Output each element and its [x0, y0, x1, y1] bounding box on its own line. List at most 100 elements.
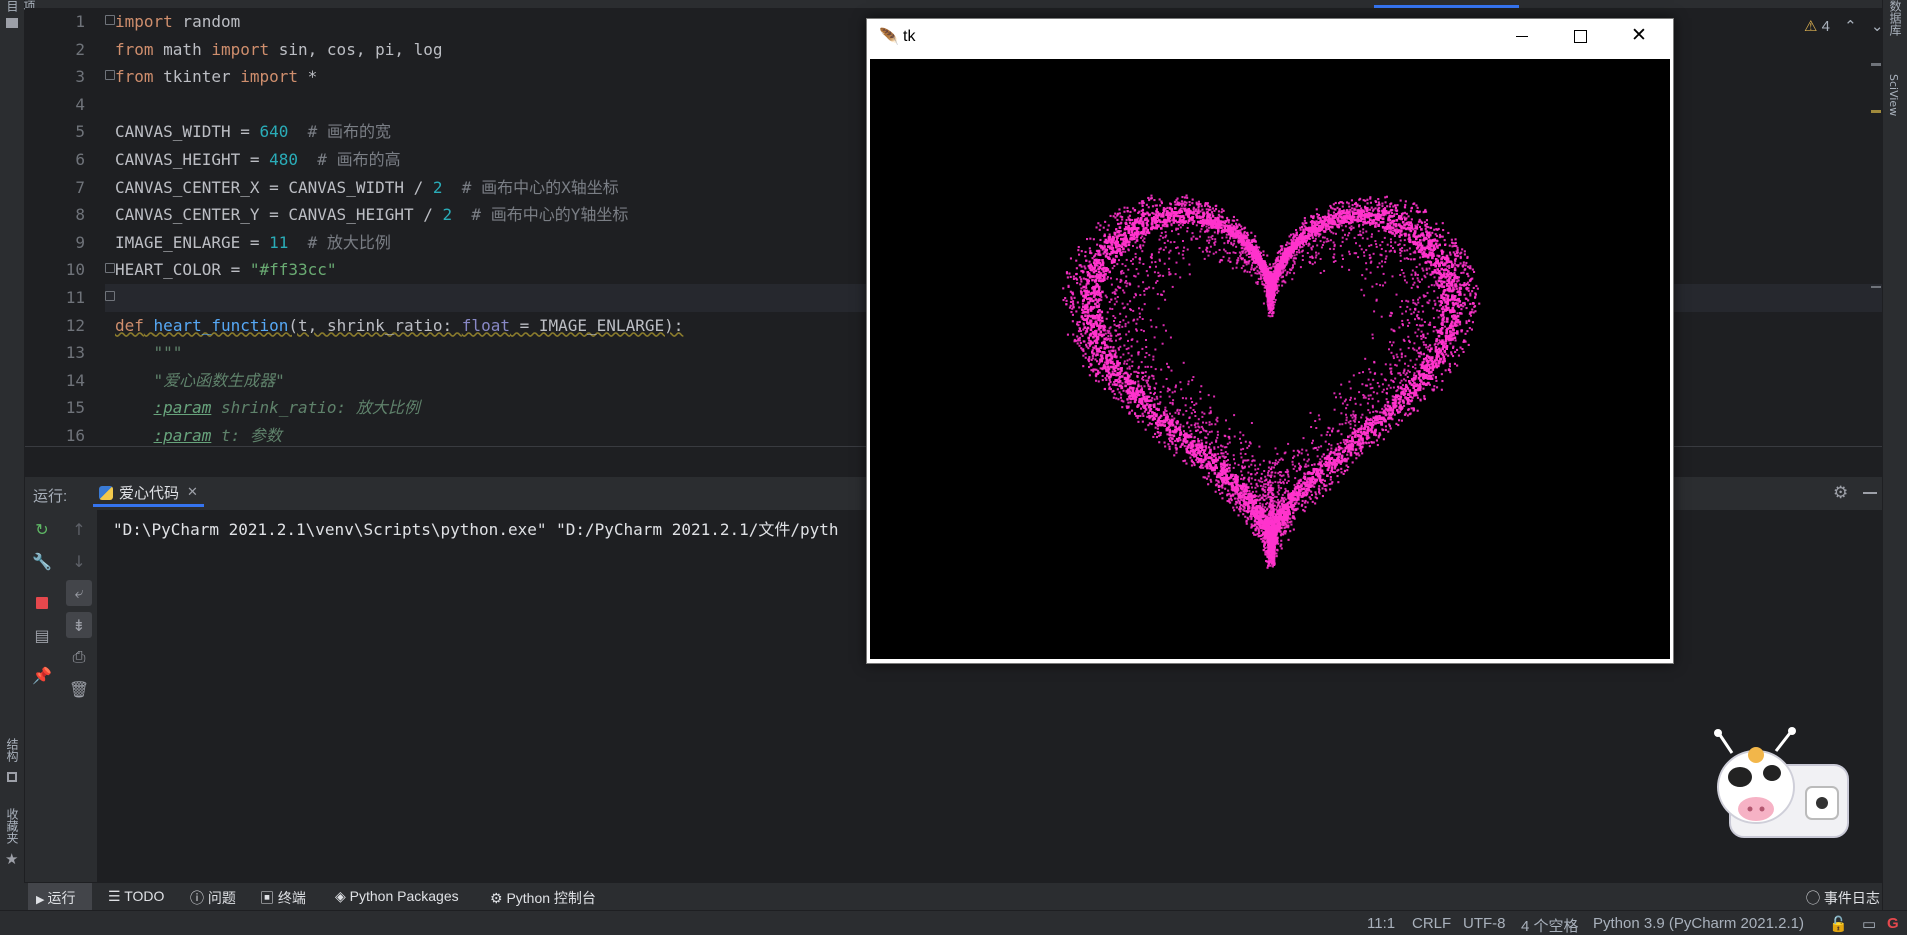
- memory-indicator-icon[interactable]: ▭: [1862, 915, 1876, 933]
- code-token: (t, shrink_ratio:: [288, 315, 462, 335]
- left-tool-stripe: 项目 结构 收藏夹 ★: [0, 0, 36, 935]
- info-icon: ⓘ: [190, 890, 208, 906]
- play-icon: ▶: [36, 894, 48, 906]
- code-line[interactable]: IMAGE_ENLARGE = 11 # 放大比例: [115, 229, 391, 257]
- file-encoding[interactable]: UTF-8: [1463, 915, 1506, 932]
- tk-titlebar[interactable]: 🪶 tk ✕: [867, 19, 1673, 57]
- python-console-tool-label: Python 控制台: [506, 890, 596, 906]
- code-token: shrink_ratio: 放大比例: [211, 398, 420, 418]
- event-log-button[interactable]: ◯ 事件日志: [1806, 888, 1880, 908]
- google-icon[interactable]: G: [1887, 915, 1899, 932]
- line-separator[interactable]: CRLF: [1412, 915, 1451, 932]
- line-number: 13: [65, 343, 85, 363]
- line-number: 12: [65, 315, 85, 335]
- feather-icon: 🪶: [879, 27, 899, 46]
- code-line[interactable]: CANVAS_CENTER_Y = CANVAS_HEIGHT / 2 # 画布…: [115, 201, 628, 229]
- python-icon: [99, 485, 113, 500]
- line-number: 14: [65, 370, 85, 390]
- fold-marker-icon[interactable]: [105, 15, 115, 25]
- pin-icon[interactable]: 📌: [29, 662, 55, 688]
- packages-tool-label: Python Packages: [349, 888, 459, 904]
- code-token: sin, cos, pi, log: [269, 39, 443, 59]
- stop-icon[interactable]: [29, 590, 55, 616]
- problems-tool-button[interactable]: ⓘ 问题: [190, 888, 236, 908]
- line-number: 4: [75, 94, 85, 114]
- code-line[interactable]: :param shrink_ratio: 放大比例: [115, 394, 420, 422]
- code-line[interactable]: CANVAS_HEIGHT = 480 # 画布的高: [115, 146, 401, 174]
- fold-marker-icon[interactable]: [105, 70, 115, 80]
- line-number: 11: [65, 288, 85, 307]
- code-token: random: [172, 12, 241, 31]
- line-number: 2: [75, 39, 85, 59]
- tk-title: tk: [903, 28, 916, 45]
- todo-tool-button[interactable]: ☰ TODO: [108, 888, 164, 905]
- minimize-icon[interactable]: [1516, 36, 1528, 37]
- code-line[interactable]: from tkinter import *: [115, 63, 317, 91]
- close-icon[interactable]: ✕: [1631, 24, 1647, 46]
- fold-marker-icon[interactable]: [105, 291, 115, 301]
- fold-marker-icon[interactable]: [105, 263, 115, 273]
- heart-canvas[interactable]: [870, 59, 1670, 659]
- inspection-widget[interactable]: ⚠ 4 ⌃ ⌄: [1804, 17, 1883, 35]
- code-token: 2: [442, 205, 453, 225]
- pycharm-window: 项目 结构 收藏夹 ★ 1 2 3 4 5 6 7 8 9 10 11 12 13 14 15 16 impo…: [0, 0, 1907, 935]
- code-token: 480: [269, 150, 299, 169]
- code-line[interactable]: import random: [115, 8, 240, 36]
- lock-icon[interactable]: 🔓: [1829, 915, 1848, 933]
- warning-count: 4: [1821, 18, 1830, 35]
- packages-tool-button[interactable]: ◈ Python Packages: [335, 888, 459, 905]
- run-tool-button[interactable]: ▶ 运行: [36, 888, 76, 908]
- code-token: :param: [153, 426, 212, 445]
- tk-window[interactable]: 🪶 tk ✕: [866, 18, 1674, 664]
- code-token: CANVAS_WIDTH =: [115, 122, 260, 142]
- run-toolbar: ↻ ↑ 🔧 ↓ ⤶ ⇟ ▤ ⎙ 📌 🗑: [25, 510, 98, 882]
- code-line[interactable]: """: [115, 339, 183, 367]
- database-tool-label[interactable]: 数据库: [1887, 0, 1904, 46]
- maximize-icon[interactable]: [1574, 30, 1587, 43]
- scroll-mark: [1871, 286, 1881, 288]
- code-line[interactable]: "爱心函数生成器": [115, 367, 285, 395]
- structure-icon[interactable]: [7, 772, 17, 782]
- folder-icon[interactable]: [6, 18, 18, 28]
- python-interpreter[interactable]: Python 3.9 (PyCharm 2021.2.1): [1593, 915, 1804, 932]
- warning-icon: ⚠: [1804, 18, 1818, 35]
- code-token: CANVAS_CENTER_X = CANVAS_WIDTH /: [115, 177, 433, 197]
- line-number: 5: [75, 122, 85, 142]
- python-console-tool-button[interactable]: ⚙ Python 控制台: [490, 888, 596, 908]
- code-token: 2: [432, 177, 443, 197]
- gear-icon[interactable]: ⚙: [1833, 483, 1848, 503]
- code-line[interactable]: def heart_function(t, shrink_ratio: floa…: [115, 312, 683, 340]
- code-line[interactable]: HEART_COLOR = "#ff33cc": [115, 256, 337, 284]
- todo-tool-label: TODO: [124, 888, 165, 904]
- code-line[interactable]: CANVAS_WIDTH = 640 # 画布的宽: [115, 118, 391, 146]
- code-line[interactable]: CANVAS_CENTER_X = CANVAS_WIDTH / 2 # 画布中…: [115, 174, 619, 202]
- arrow-up-icon[interactable]: ↑: [66, 516, 92, 542]
- soft-wrap-icon[interactable]: ⤶: [66, 580, 92, 606]
- code-token: """: [115, 343, 183, 363]
- editor-tab-strip[interactable]: [24, 0, 1883, 8]
- rerun-icon[interactable]: ↻: [29, 516, 55, 542]
- structure-tool-label[interactable]: 结构: [4, 738, 21, 762]
- indent-setting[interactable]: 4 个空格: [1521, 915, 1579, 935]
- favorites-tool-label[interactable]: 收藏夹: [4, 808, 21, 844]
- bottom-tool-window-bar: ▶ 运行 ☰ TODO ⓘ 问题 ▣ 终端 ◈ Python Packages …: [24, 882, 1883, 911]
- caret-position[interactable]: 11:1: [1367, 915, 1395, 932]
- wrench-icon[interactable]: 🔧: [29, 548, 55, 574]
- print-icon[interactable]: ⎙: [66, 644, 92, 670]
- star-icon[interactable]: ★: [5, 850, 18, 868]
- chevron-up-icon[interactable]: ⌃: [1844, 18, 1857, 35]
- hide-panel-icon[interactable]: [1863, 492, 1877, 494]
- scroll-to-end-icon[interactable]: ⇟: [66, 612, 92, 638]
- layout-icon[interactable]: ▤: [29, 622, 55, 648]
- problems-tool-label: 问题: [207, 890, 236, 906]
- arrow-down-icon[interactable]: ↓: [66, 548, 92, 574]
- sciview-tool-label[interactable]: SciView: [1887, 74, 1900, 116]
- terminal-tool-button[interactable]: ▣ 终端: [260, 888, 306, 908]
- run-tab[interactable]: 爱心代码 ✕: [93, 481, 204, 507]
- code-line[interactable]: from math import sin, cos, pi, log: [115, 36, 443, 64]
- trash-icon[interactable]: 🗑: [66, 676, 92, 702]
- line-number: 3: [75, 67, 85, 87]
- close-icon[interactable]: ✕: [187, 485, 198, 500]
